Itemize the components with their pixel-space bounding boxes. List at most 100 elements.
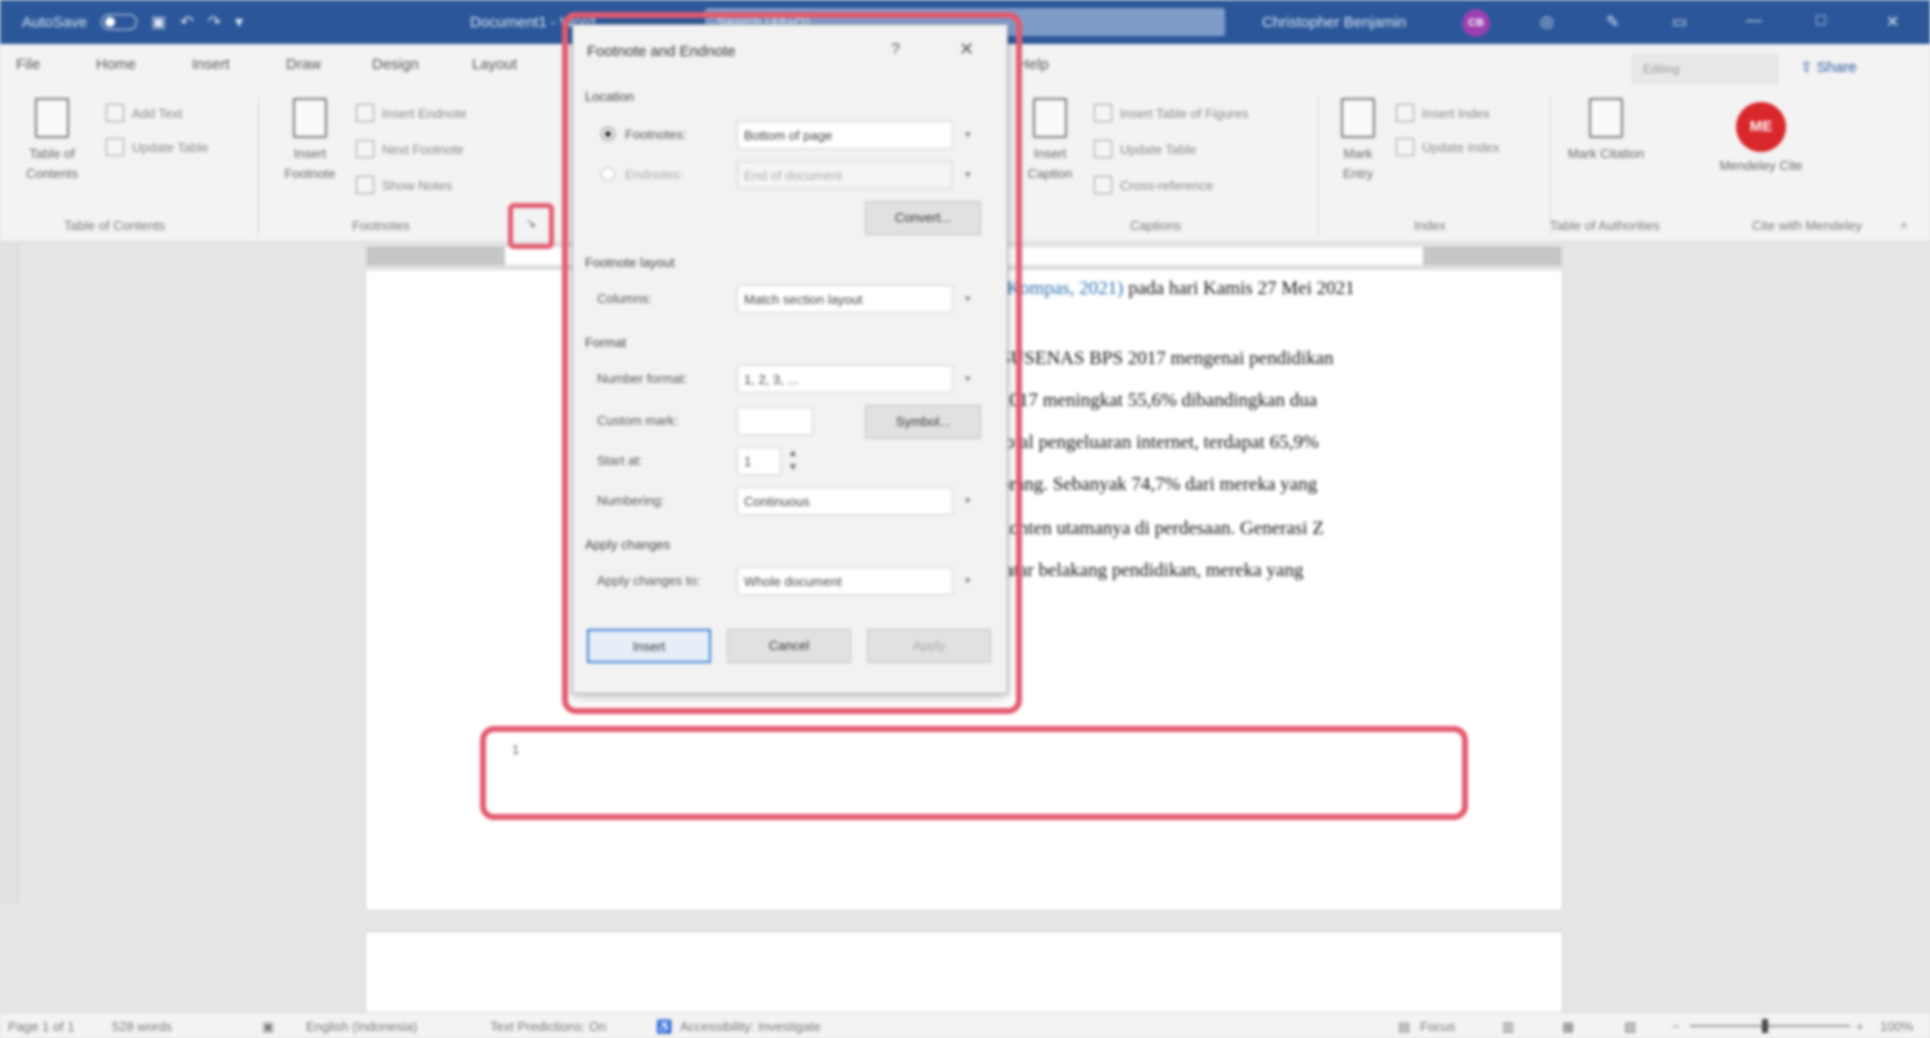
status-bar: Page 1 of 1 528 words ▣ English (Indones…	[0, 1012, 1930, 1038]
update-table-button[interactable]: Update Table	[106, 138, 208, 156]
group-label-toc: Table of Contents	[64, 218, 166, 233]
update-captions-label: Update Table	[1120, 141, 1197, 157]
web-layout-icon[interactable]: ▧	[1624, 1019, 1636, 1035]
pen-icon[interactable]: ✎	[1606, 12, 1619, 32]
tab-insert[interactable]: Insert	[192, 56, 230, 73]
tab-home[interactable]: Home	[96, 56, 136, 73]
zoom-slider-thumb[interactable]	[1762, 1019, 1768, 1033]
zoom-level[interactable]: 100%	[1880, 1019, 1913, 1034]
insert-footnote-button[interactable]: Insert Footnote	[268, 98, 352, 183]
avatar[interactable]: CB	[1462, 9, 1490, 37]
group-label-toa: Table of Authorities	[1550, 218, 1660, 233]
mark-entry-button[interactable]: Mark Entry	[1330, 98, 1386, 183]
table-of-contents-button[interactable]: Table of Contents	[12, 98, 92, 183]
update-table-captions-button[interactable]: Update Table	[1094, 140, 1196, 158]
body-line-5: orang. Sebanyak 74,7% dari mereka yang	[1000, 474, 1318, 495]
collapse-ribbon-icon[interactable]: ˄	[1900, 218, 1908, 233]
share-label: Share	[1816, 59, 1857, 76]
language-indicator[interactable]: English (Indonesia)	[306, 1019, 417, 1034]
insert-index-label: Insert Index	[1422, 105, 1490, 121]
cross-reference-button[interactable]: Cross-reference	[1094, 176, 1213, 194]
editing-mode-button[interactable]: Editing	[1632, 54, 1778, 84]
proofing-icon[interactable]: ▣	[262, 1019, 274, 1035]
index-icon	[1396, 104, 1414, 122]
insert-footnote-label: Insert Footnote	[284, 146, 336, 181]
ribbon-display-icon[interactable]: ▭	[1672, 12, 1687, 32]
footnote-icon	[293, 98, 327, 138]
mark-entry-label: Mark Entry	[1342, 146, 1374, 181]
add-text-button[interactable]: Add Text	[106, 104, 182, 122]
ruler-right-margin	[1423, 247, 1561, 265]
mendeley-cite-label[interactable]: Mendeley Cite	[1716, 156, 1806, 176]
ruler-left-margin	[367, 247, 505, 265]
vertical-ruler	[0, 244, 18, 904]
update-index-button[interactable]: Update Index	[1396, 138, 1499, 156]
show-notes-label: Show Notes	[382, 177, 453, 193]
autosave-toggle[interactable]	[101, 14, 138, 30]
page-count[interactable]: Page 1 of 1	[8, 1019, 75, 1034]
autosave-label: AutoSave	[22, 13, 88, 31]
undo-icon[interactable]: ↶	[180, 12, 193, 32]
accessibility-icon: ♿	[656, 1019, 673, 1034]
insert-endnote-button[interactable]: Insert Endnote	[356, 104, 467, 122]
insert-index-button[interactable]: Insert Index	[1396, 104, 1490, 122]
word-count[interactable]: 528 words	[112, 1019, 172, 1034]
zoom-slider[interactable]	[1690, 1025, 1850, 1027]
redo-icon[interactable]: ↷	[208, 12, 221, 32]
insert-table-of-figures-button[interactable]: Insert Table of Figures	[1094, 104, 1248, 122]
body-line-4: total pengeluaran internet, terdapat 65,…	[1000, 432, 1319, 453]
insert-caption-label: Insert Caption	[1027, 146, 1073, 181]
lightbulb-icon[interactable]: ◎	[1540, 12, 1554, 32]
group-separator	[1318, 96, 1319, 236]
next-footnote-icon	[356, 140, 374, 158]
focus-mode-button[interactable]: Focus	[1420, 1019, 1455, 1034]
customize-icon[interactable]: ▾	[235, 12, 243, 32]
read-mode-icon[interactable]: ▥	[1502, 1019, 1514, 1035]
toc-label: Table of Contents	[25, 146, 79, 181]
focus-icon: ▤	[1398, 1019, 1411, 1034]
group-label-mendeley: Cite with Mendeley	[1752, 218, 1862, 233]
document-page-next[interactable]	[366, 932, 1562, 1012]
minimize-icon[interactable]: —	[1746, 12, 1762, 30]
table-of-figures-icon	[1094, 104, 1112, 122]
tab-help[interactable]: Help	[1018, 56, 1049, 73]
caption-icon	[1033, 98, 1067, 138]
user-name[interactable]: Christopher Benjamin	[1262, 14, 1406, 31]
tab-file[interactable]: File	[16, 56, 40, 73]
next-footnote-button[interactable]: Next Footnote	[356, 140, 464, 158]
maximize-icon[interactable]: □	[1816, 12, 1826, 30]
share-button[interactable]: ⇪ Share	[1800, 58, 1857, 76]
dialog-highlight	[562, 12, 1022, 714]
mendeley-icon[interactable]: ME	[1736, 102, 1786, 152]
tab-draw[interactable]: Draw	[286, 56, 321, 73]
save-icon[interactable]: ▣	[151, 12, 166, 32]
mark-entry-icon	[1341, 98, 1375, 138]
show-notes-icon	[356, 176, 374, 194]
group-label-footnotes: Footnotes	[352, 218, 410, 233]
tof-label: Insert Table of Figures	[1120, 105, 1249, 121]
body-line-3: 2017 meningkat 55,6% dibandingkan dua	[1000, 390, 1318, 411]
mark-citation-label: Mark Citation	[1567, 146, 1645, 161]
cross-reference-label: Cross-reference	[1120, 177, 1214, 193]
group-label-index: Index	[1414, 218, 1446, 233]
add-text-icon	[106, 104, 124, 122]
body-line-1: (Kompas, 2021) pada hari Kamis 27 Mei 20…	[1000, 278, 1425, 300]
footnote-area-highlight	[480, 726, 1468, 820]
tab-layout[interactable]: Layout	[472, 56, 517, 73]
mark-citation-button[interactable]: Mark Citation	[1564, 98, 1648, 164]
print-layout-icon[interactable]: ▦	[1562, 1019, 1574, 1035]
group-separator	[1550, 96, 1551, 236]
insert-caption-button[interactable]: Insert Caption	[1018, 98, 1082, 183]
zoom-in-icon[interactable]: +	[1856, 1019, 1864, 1034]
update-icon	[106, 138, 124, 156]
text-predictions-status[interactable]: Text Predictions: On	[490, 1019, 606, 1034]
cross-reference-icon	[1094, 176, 1112, 194]
zoom-out-icon[interactable]: −	[1672, 1019, 1680, 1034]
show-notes-button[interactable]: Show Notes	[356, 176, 452, 194]
tab-design[interactable]: Design	[372, 56, 419, 73]
close-icon[interactable]: ✕	[1886, 12, 1899, 32]
endnote-icon	[356, 104, 374, 122]
accessibility-status[interactable]: Accessibility: Investigate	[680, 1019, 821, 1034]
document-icon	[35, 98, 69, 138]
body-line-6: konten utamanya di perdesaan. Generasi Z	[1000, 518, 1324, 539]
